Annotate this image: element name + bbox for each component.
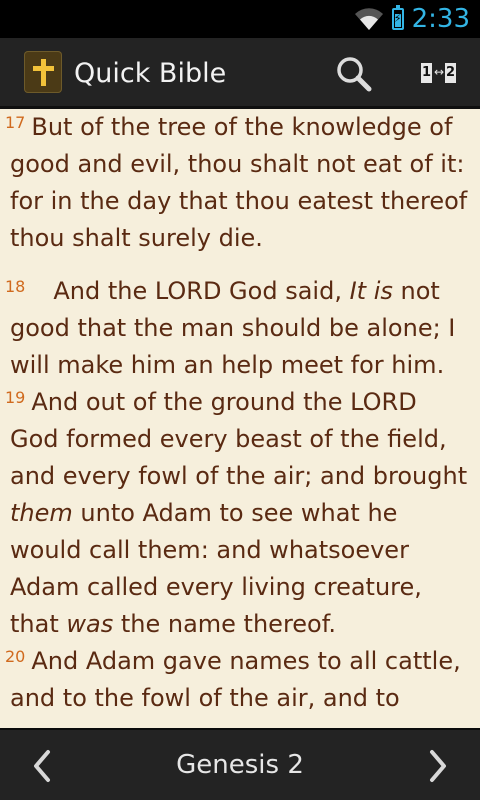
verse-text: And the LORD God said, xyxy=(53,277,350,305)
app-title: Quick Bible xyxy=(74,58,227,89)
chevron-left-icon xyxy=(34,750,50,782)
verse-number: 18 xyxy=(5,277,26,296)
next-chapter-button[interactable] xyxy=(410,738,462,794)
verse-text-italic: It is xyxy=(349,277,393,305)
chevron-right-icon xyxy=(430,750,446,782)
verse-18[interactable]: 18 And the LORD God said, It is not good … xyxy=(0,273,480,384)
search-icon xyxy=(337,57,372,92)
reader-pane[interactable]: 17 But of the tree of the knowledge of go… xyxy=(0,109,480,728)
compare-versions-button[interactable]: 1 ↔ 2 xyxy=(414,52,464,96)
chapter-nav-bar: Genesis 2 xyxy=(0,728,480,800)
verse-text: the name thereof. xyxy=(113,610,337,638)
verse-number: 20 xyxy=(5,647,26,666)
status-bar: ⚡ 2:33 xyxy=(0,0,480,38)
verse-text-italic: them xyxy=(10,499,73,527)
status-icons: ⚡ 2:33 xyxy=(354,0,470,38)
verse-number: 17 xyxy=(5,113,26,132)
battery-icon: ⚡ xyxy=(391,5,404,30)
previous-chapter-button[interactable] xyxy=(18,738,70,794)
chapter-title: Genesis 2 xyxy=(176,750,304,780)
status-time: 2:33 xyxy=(411,4,470,34)
verse-17[interactable]: 17 But of the tree of the knowledge of go… xyxy=(0,109,480,257)
verse-19[interactable]: 19 And out of the ground the LORD God for… xyxy=(0,384,480,643)
bible-cross-icon[interactable] xyxy=(24,51,62,93)
search-button[interactable] xyxy=(330,50,378,98)
verse-20[interactable]: 20 And Adam gave names to all cattle, and… xyxy=(0,643,480,728)
wifi-icon xyxy=(354,7,384,31)
verse-text: But of the tree of the knowledge of good… xyxy=(10,113,468,252)
verse-text: And Adam gave names to all cattle, and t… xyxy=(10,647,461,728)
verse-text-italic: was xyxy=(66,610,114,638)
action-bar: Quick Bible 1 ↔ 2 xyxy=(0,38,480,109)
verse-number: 19 xyxy=(5,388,26,407)
verse-text: And out of the ground the LORD God forme… xyxy=(10,388,468,490)
